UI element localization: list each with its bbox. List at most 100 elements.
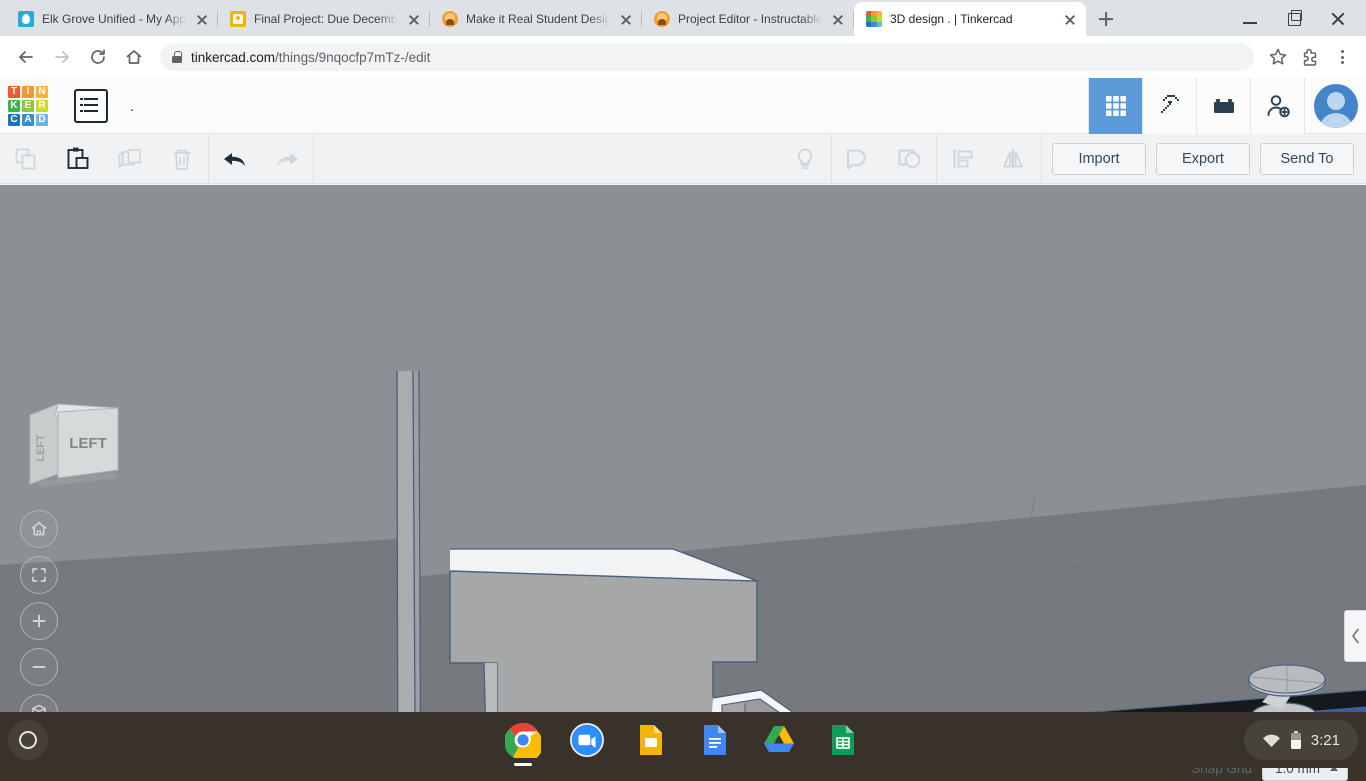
logo-tile: R bbox=[36, 99, 48, 112]
maximize-icon[interactable] bbox=[1274, 2, 1314, 34]
tab-title: 3D design . | Tinkercad bbox=[890, 12, 1013, 26]
tinkercad-toolbar: Import Export Send To bbox=[0, 133, 1366, 184]
forward-icon[interactable] bbox=[46, 41, 78, 73]
orthographic-toggle-icon[interactable] bbox=[20, 694, 58, 712]
google-slides-icon[interactable] bbox=[633, 722, 669, 758]
shelf-app-list bbox=[0, 712, 1366, 768]
tab-close-icon[interactable] bbox=[194, 11, 210, 27]
toolbar-divider bbox=[1041, 133, 1042, 184]
copy-icon[interactable] bbox=[0, 134, 52, 184]
new-tab-button[interactable] bbox=[1092, 5, 1120, 33]
view-cube[interactable]: LEFT LEFT bbox=[22, 390, 132, 490]
reload-icon[interactable] bbox=[82, 41, 114, 73]
history-tool-group bbox=[209, 134, 313, 184]
tab-close-icon[interactable] bbox=[830, 11, 846, 27]
group-icon[interactable] bbox=[832, 134, 884, 184]
edit-tool-group bbox=[0, 134, 208, 184]
tab-title: Make it Real Student Desig bbox=[466, 12, 610, 26]
elkgrove-icon bbox=[18, 11, 34, 27]
undo-icon[interactable] bbox=[209, 134, 261, 184]
logo-tile: E bbox=[22, 99, 34, 112]
minimize-icon[interactable] bbox=[1230, 2, 1270, 34]
browser-tab[interactable]: Final Project: Due Decembe bbox=[218, 2, 430, 36]
person-icon bbox=[654, 11, 670, 27]
export-button[interactable]: Export bbox=[1156, 142, 1250, 175]
toolbar-divider bbox=[313, 133, 314, 184]
browser-tab[interactable]: Elk Grove Unified - My Apps bbox=[6, 2, 218, 36]
home-icon[interactable] bbox=[118, 41, 150, 73]
wifi-icon bbox=[1262, 734, 1280, 747]
invite-people-icon[interactable] bbox=[1250, 77, 1304, 134]
avatar[interactable] bbox=[1304, 77, 1366, 134]
close-window-icon[interactable] bbox=[1318, 2, 1358, 34]
window-controls bbox=[1230, 0, 1366, 36]
google-drive-icon[interactable] bbox=[761, 722, 797, 758]
tinkercad-app: T I N K E R C A D . Import Export Send T… bbox=[0, 77, 1366, 781]
browser-tab[interactable]: Make it Real Student Desig bbox=[430, 2, 642, 36]
chrome-icon[interactable] bbox=[503, 722, 544, 766]
browser-tab-active[interactable]: 3D design . | Tinkercad bbox=[854, 2, 1086, 36]
3d-viewport[interactable]: LEFT LEFT bbox=[0, 185, 1366, 712]
design-title[interactable]: . bbox=[130, 78, 430, 133]
tinkercad-logo-icon[interactable]: T I N K E R C A D bbox=[8, 85, 48, 126]
google-sheets-icon[interactable] bbox=[825, 722, 861, 758]
url-text: tinkercad.com/things/9nqocfp7mTz-/edit bbox=[191, 50, 430, 65]
active-indicator bbox=[514, 763, 532, 766]
3d-scene bbox=[0, 185, 1366, 712]
extensions-icon[interactable] bbox=[1296, 43, 1324, 71]
lightbulb-note-icon[interactable] bbox=[779, 134, 831, 184]
bookmark-star-icon[interactable] bbox=[1264, 43, 1292, 71]
zoom-out-icon[interactable] bbox=[20, 648, 58, 686]
tab-close-icon[interactable] bbox=[406, 11, 422, 27]
logo-tile: N bbox=[36, 85, 48, 98]
logo-tile: A bbox=[22, 113, 34, 126]
chrome-menu-icon[interactable] bbox=[1328, 43, 1356, 71]
tab-close-icon[interactable] bbox=[1062, 11, 1078, 27]
battery-icon bbox=[1290, 730, 1301, 749]
logo-tile: C bbox=[8, 113, 20, 126]
header-icon-group bbox=[1088, 77, 1366, 134]
panel-toggle-button[interactable] bbox=[1344, 610, 1366, 662]
omnibox-row: tinkercad.com/things/9nqocfp7mTz-/edit bbox=[0, 36, 1366, 78]
send-to-button[interactable]: Send To bbox=[1260, 142, 1354, 175]
browser-tab[interactable]: Project Editor - Instructable bbox=[642, 2, 854, 36]
classroom-icon bbox=[230, 11, 246, 27]
viewport-nav-controls bbox=[20, 510, 58, 712]
3d-design-icon[interactable] bbox=[1088, 77, 1142, 134]
tab-title: Elk Grove Unified - My Apps bbox=[42, 12, 186, 26]
system-status-tray[interactable]: 3:21 bbox=[1243, 720, 1358, 760]
url-domain: tinkercad.com bbox=[191, 49, 276, 65]
svg-text:LEFT: LEFT bbox=[35, 434, 47, 462]
zoom-in-icon[interactable] bbox=[20, 602, 58, 640]
tab-close-icon[interactable] bbox=[618, 11, 634, 27]
logo-tile: I bbox=[22, 85, 34, 98]
import-button[interactable]: Import bbox=[1052, 142, 1146, 175]
mirror-icon[interactable] bbox=[989, 134, 1041, 184]
tinkercad-icon bbox=[866, 11, 882, 27]
duplicate-icon[interactable] bbox=[104, 134, 156, 184]
blocks-brick-icon[interactable] bbox=[1196, 77, 1250, 134]
tab-title: Project Editor - Instructable bbox=[678, 12, 822, 26]
zoom-icon[interactable] bbox=[569, 722, 605, 758]
ungroup-icon[interactable] bbox=[884, 134, 936, 184]
viewcube-label: LEFT bbox=[69, 435, 107, 452]
avatar-image bbox=[1313, 83, 1358, 128]
shape-tool-group bbox=[779, 134, 831, 184]
align-icon[interactable] bbox=[937, 134, 989, 184]
logo-tile: T bbox=[8, 85, 20, 98]
google-docs-icon[interactable] bbox=[697, 722, 733, 758]
address-bar[interactable]: tinkercad.com/things/9nqocfp7mTz-/edit bbox=[160, 43, 1254, 71]
back-icon[interactable] bbox=[10, 41, 42, 73]
home-view-icon[interactable] bbox=[20, 510, 58, 548]
paste-icon[interactable] bbox=[52, 134, 104, 184]
minecraft-pickaxe-icon[interactable] bbox=[1142, 77, 1196, 134]
clock: 3:21 bbox=[1310, 731, 1340, 749]
lock-icon bbox=[172, 51, 182, 63]
url-path: /things/9nqocfp7mTz-/edit bbox=[275, 49, 431, 65]
tab-strip: Elk Grove Unified - My Apps Final Projec… bbox=[0, 0, 1366, 36]
gallery-list-icon[interactable] bbox=[74, 88, 108, 123]
delete-icon[interactable] bbox=[156, 134, 208, 184]
fit-to-view-icon[interactable] bbox=[20, 556, 58, 594]
redo-icon[interactable] bbox=[261, 134, 313, 184]
tinkercad-header: T I N K E R C A D . bbox=[0, 77, 1366, 134]
